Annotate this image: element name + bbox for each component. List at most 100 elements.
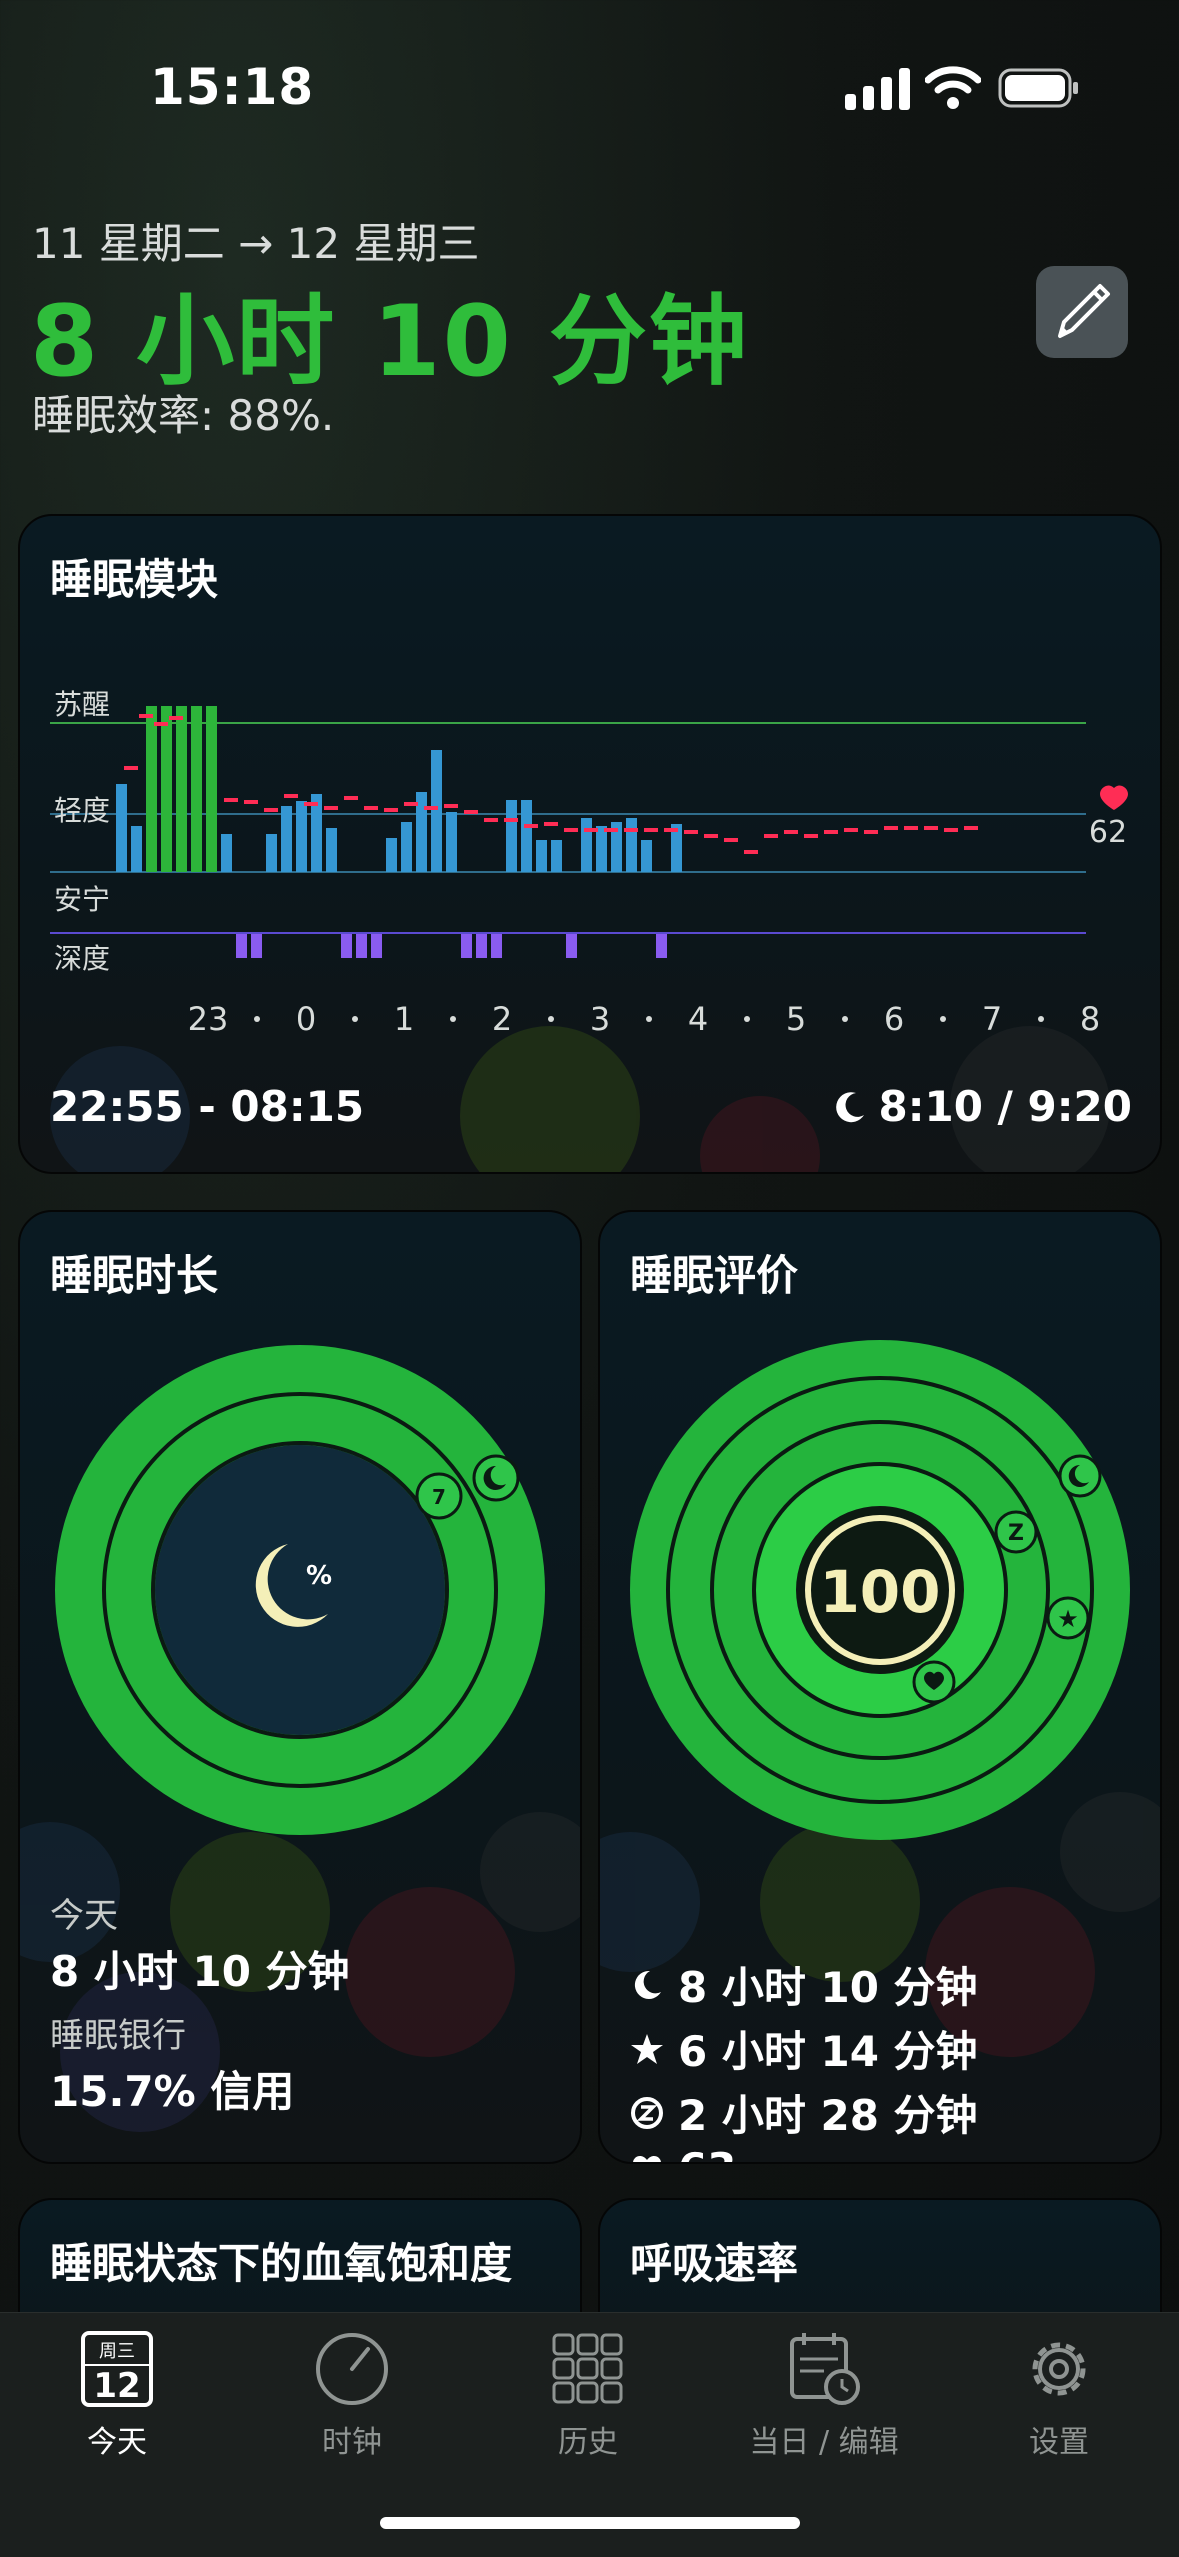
sleep-stage-bar [326, 828, 337, 872]
sleep-stage-bar [536, 840, 547, 872]
heart-rate-dash [764, 834, 778, 838]
deep-sleep-bar [476, 934, 487, 958]
heart-rate-dash [524, 824, 538, 828]
sleep-ratio-value: 8:10 / 9:20 [878, 1082, 1132, 1131]
heart-rate-dash [604, 828, 618, 832]
deep-sleep-value: 2 小时 28 分钟 [678, 2091, 978, 2140]
stage-label-light: 轻度 [54, 794, 110, 827]
heart-rate-dash [284, 794, 298, 798]
tab-label: 设置 [1029, 2425, 1089, 2460]
legend-row-heart-rate: 63 [630, 2144, 736, 2162]
sleep-stage-bar [431, 750, 442, 872]
sleep-stage-bar [521, 800, 532, 872]
heart-rate-value: 62 [1089, 815, 1127, 850]
hour-tick-label: 3 [590, 1000, 610, 1038]
tab-day-edit[interactable]: 当日 / 编辑 [724, 2329, 924, 2479]
deep-sleep-bar [656, 934, 667, 958]
z-marker-label: Z [1008, 1521, 1024, 1546]
heart-rate-dash [744, 850, 758, 854]
sleep-duration-card[interactable]: 睡眠时长 % 7 今天 8 小时 10 分钟 睡眠银行 15.7% 信用 [18, 1210, 582, 2164]
deep-sleep-bar [236, 934, 247, 958]
hour-separator-dot [254, 1016, 260, 1022]
card-title: 睡眠状态下的血氧饱和度 [50, 2239, 513, 2288]
heart-rate-dash [784, 830, 798, 834]
hour-separator-dot [548, 1016, 554, 1022]
legend-row-total-sleep: 8 小时 10 分钟 [630, 1954, 978, 2015]
edit-button[interactable] [1036, 266, 1128, 358]
tab-today[interactable]: 周三 12 今天 [17, 2329, 217, 2479]
heart-rate-dash [484, 818, 498, 822]
heart-icon [633, 2155, 661, 2162]
sleep-score: 100 [819, 1558, 940, 1626]
moon-icon [836, 1091, 865, 1122]
tab-label: 时钟 [322, 2425, 382, 2460]
tab-clock[interactable]: 时钟 [252, 2329, 452, 2479]
sleep-module-card[interactable]: 睡眠模块 苏醒 轻度 安宁 深度 23 0 1 2 3 4 5 6 7 8 62 22:55 - … [18, 514, 1162, 1174]
heart-rate-dash [544, 822, 558, 826]
heart-rate-dash [124, 766, 138, 770]
quality-sleep-value: 6 小时 14 分钟 [678, 2027, 978, 2076]
deep-sleep-bar [491, 934, 502, 958]
hour-separator-dot [1038, 1016, 1044, 1022]
sleep-time-range: 22:55 - 08:15 [50, 1082, 365, 1131]
hour-separator-dot [450, 1016, 456, 1022]
deep-sleep-bar [371, 934, 382, 958]
tab-settings[interactable]: 设置 [959, 2329, 1159, 2479]
ring-badge-label: 7 [432, 1485, 446, 1509]
sleep-stage-bar [506, 800, 517, 872]
calendar-clock-icon [790, 2333, 860, 2405]
hour-separator-dot [940, 1016, 946, 1022]
hour-tick-label: 8 [1080, 1000, 1100, 1038]
star-icon: ★ [1057, 1605, 1079, 1633]
sleep-stage-bar [266, 834, 277, 872]
hour-separator-dot [744, 1016, 750, 1022]
heart-rate-dash [884, 826, 898, 830]
sleep-stage-bar [386, 838, 397, 872]
sleep-ratio: 8:10 / 9:20 [832, 1082, 1132, 1131]
heart-rate-dash [684, 830, 698, 834]
sleep-stage-chart: 苏醒 轻度 安宁 深度 23 0 1 2 3 4 5 6 7 8 62 [50, 688, 1128, 1172]
zz-icon [631, 2096, 663, 2129]
heart-rate-dash [404, 802, 418, 806]
svg-text:周三: 周三 [99, 2341, 135, 2362]
heart-rate-dash [704, 834, 718, 838]
sleep-stage-bar [116, 784, 127, 872]
heart-rate-dash [444, 804, 458, 808]
sleep-stage-bar [446, 812, 457, 872]
hour-tick-label: 1 [394, 1000, 414, 1038]
deep-sleep-bar [566, 934, 577, 958]
sleep-stage-bar [626, 818, 637, 872]
sleep-evaluation-card[interactable]: 睡眠评价 100 Z ★ 8 小时 10 分钟 6 小时 14 分钟 2 小时 … [598, 1210, 1162, 2164]
heart-rate-dash [154, 722, 168, 726]
moon-marker [1058, 1454, 1102, 1498]
hour-tick-label: 0 [296, 1000, 316, 1038]
heart-rate-dash [504, 818, 518, 822]
sleep-stage-bar [551, 840, 562, 872]
heart-rate-dash [264, 808, 278, 812]
heart-rate-dash [384, 808, 398, 812]
status-bar: 15:18 [0, 0, 1179, 170]
moon-marker [472, 1454, 520, 1502]
heart-rate-dash [964, 826, 978, 830]
calendar-day-icon: 周三 12 [81, 2331, 153, 2407]
total-sleep-value: 8 小时 10 分钟 [678, 1963, 978, 2012]
sleep-stage-bar [401, 822, 412, 872]
hour-separator-dot [842, 1016, 848, 1022]
heart-rate-dash [824, 830, 838, 834]
hour-tick-label: 5 [786, 1000, 806, 1038]
tab-label: 当日 / 编辑 [749, 2425, 899, 2460]
deep-sleep-bar [461, 934, 472, 958]
sleep-stage-bar [596, 826, 607, 872]
today-label: 今天 [50, 1896, 118, 1936]
star-icon [631, 2033, 663, 2064]
status-time: 15:18 [150, 58, 315, 116]
heart-rate-dash [724, 838, 738, 842]
sleep-efficiency: 睡眠效率: 88%. [32, 391, 335, 440]
tab-history[interactable]: 历史 [488, 2329, 688, 2479]
sleep-stage-bar [191, 706, 202, 872]
hour-tick-label: 4 [688, 1000, 708, 1038]
heart-rate-dash [944, 828, 958, 832]
cellular-signal-icon [845, 68, 910, 110]
wifi-icon [925, 66, 981, 109]
home-indicator[interactable] [380, 2517, 800, 2529]
